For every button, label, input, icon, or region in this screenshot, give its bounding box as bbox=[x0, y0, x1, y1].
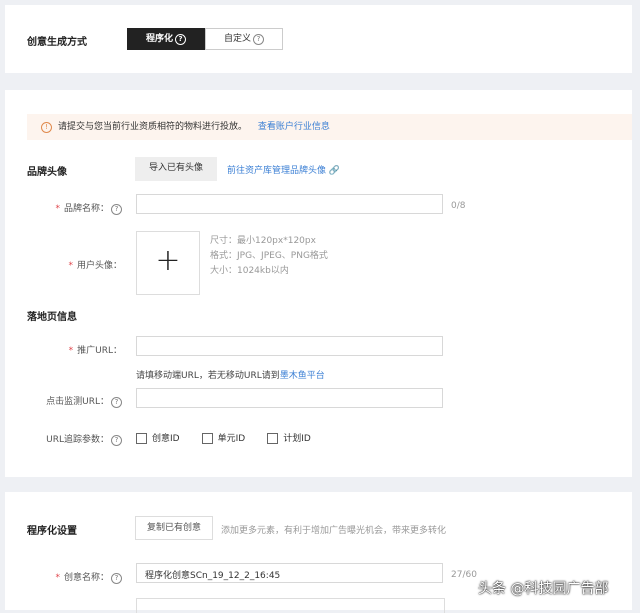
manage-avatar-link[interactable]: 前往资产库管理品牌头像 🔗 bbox=[227, 163, 340, 176]
help-icon[interactable]: ? bbox=[111, 435, 122, 446]
industry-info-link[interactable]: 查看账户行业信息 bbox=[258, 122, 330, 132]
avatar-hint: 格式：JPG、JPEG、PNG格式 bbox=[210, 251, 328, 261]
warning-icon: ! bbox=[41, 122, 52, 133]
link-text: 前往资产库管理品牌头像 bbox=[227, 166, 327, 176]
avatar-hint: 尺寸：最小120px*120px bbox=[210, 236, 316, 246]
help-icon[interactable]: ? bbox=[111, 204, 122, 215]
mode-option-custom[interactable]: 自定义? bbox=[205, 28, 283, 50]
checkbox[interactable] bbox=[267, 433, 279, 444]
copy-creative-button[interactable]: 复制已有创意 bbox=[135, 516, 213, 540]
required-mark: * bbox=[55, 573, 60, 583]
checkbox-label: 创意ID bbox=[152, 434, 180, 444]
url-hint: 请填移动端URL，若无移动URL请到 bbox=[136, 371, 280, 381]
mode-label: 创意生成方式 bbox=[27, 37, 87, 48]
params-label: URL追踪参数： bbox=[46, 435, 109, 445]
brand-name-count: 0/8 bbox=[451, 201, 466, 211]
param-checkbox-plan[interactable]: 计划ID bbox=[267, 431, 311, 444]
next-field[interactable] bbox=[136, 598, 445, 613]
brand-section-title: 品牌头像 bbox=[27, 167, 67, 178]
avatar-upload[interactable]: + bbox=[136, 231, 200, 295]
monitor-url-input[interactable] bbox=[136, 388, 443, 408]
promo-url-input[interactable] bbox=[136, 336, 443, 356]
required-mark: * bbox=[68, 346, 74, 356]
checkbox-label: 计划ID bbox=[283, 434, 311, 444]
watermark: 头条 @科技园广告部 bbox=[478, 581, 609, 597]
creative-name-count: 27/60 bbox=[451, 570, 477, 580]
avatar-hint: 大小：1024kb以内 bbox=[210, 266, 289, 276]
help-icon[interactable]: ? bbox=[111, 573, 122, 584]
checkbox[interactable] bbox=[136, 433, 147, 444]
brand-name-input[interactable] bbox=[136, 194, 443, 214]
mode-panel: 创意生成方式 程序化? 自定义? bbox=[5, 5, 632, 73]
checkbox[interactable] bbox=[201, 433, 213, 444]
help-icon[interactable]: ? bbox=[175, 34, 186, 45]
plus-icon: + bbox=[155, 243, 181, 278]
mode-segment: 程序化? 自定义? bbox=[127, 28, 283, 50]
monitor-url-label: 点击监测URL： bbox=[46, 397, 109, 407]
copy-hint: 添加更多元素，有利于增加广告曝光机会，带来更多转化 bbox=[221, 526, 447, 536]
help-icon[interactable]: ? bbox=[253, 34, 264, 45]
import-avatar-button[interactable]: 导入已有头像 bbox=[135, 157, 217, 181]
help-icon[interactable]: ? bbox=[111, 397, 122, 408]
param-checkbox-creative[interactable]: 创意ID bbox=[136, 431, 180, 444]
brand-name-label: 品牌名称： bbox=[63, 204, 109, 214]
avatar-label: 用户头像： bbox=[76, 261, 122, 271]
mode-option-programmatic[interactable]: 程序化? bbox=[127, 28, 205, 50]
creative-name-label: 创意名称： bbox=[63, 573, 109, 583]
option-label: 自定义 bbox=[223, 34, 251, 44]
checkbox-label: 单元ID bbox=[217, 434, 246, 444]
creative-name-input[interactable]: 程序化创意SCn_19_12_2_16:45 bbox=[136, 563, 443, 583]
required-mark: * bbox=[68, 261, 73, 271]
notice-bar: ! 请提交与您当前行业资质相符的物料进行投放。 查看账户行业信息 bbox=[27, 114, 632, 140]
notice-text: 请提交与您当前行业资质相符的物料进行投放。 bbox=[58, 122, 248, 132]
option-label: 程序化 bbox=[145, 34, 173, 44]
url-label: 推广URL： bbox=[77, 346, 122, 356]
param-checkbox-unit[interactable]: 单元ID bbox=[201, 431, 246, 444]
required-mark: * bbox=[55, 204, 60, 214]
form-panel: ! 请提交与您当前行业资质相符的物料进行投放。 查看账户行业信息 品牌头像 导入已… bbox=[5, 90, 632, 477]
platform-link[interactable]: 墨木鱼平台 bbox=[280, 371, 325, 381]
programmatic-section-title: 程序化设置 bbox=[27, 526, 77, 537]
link-icon: 🔗 bbox=[328, 166, 341, 176]
landing-section-title: 落地页信息 bbox=[27, 312, 77, 323]
